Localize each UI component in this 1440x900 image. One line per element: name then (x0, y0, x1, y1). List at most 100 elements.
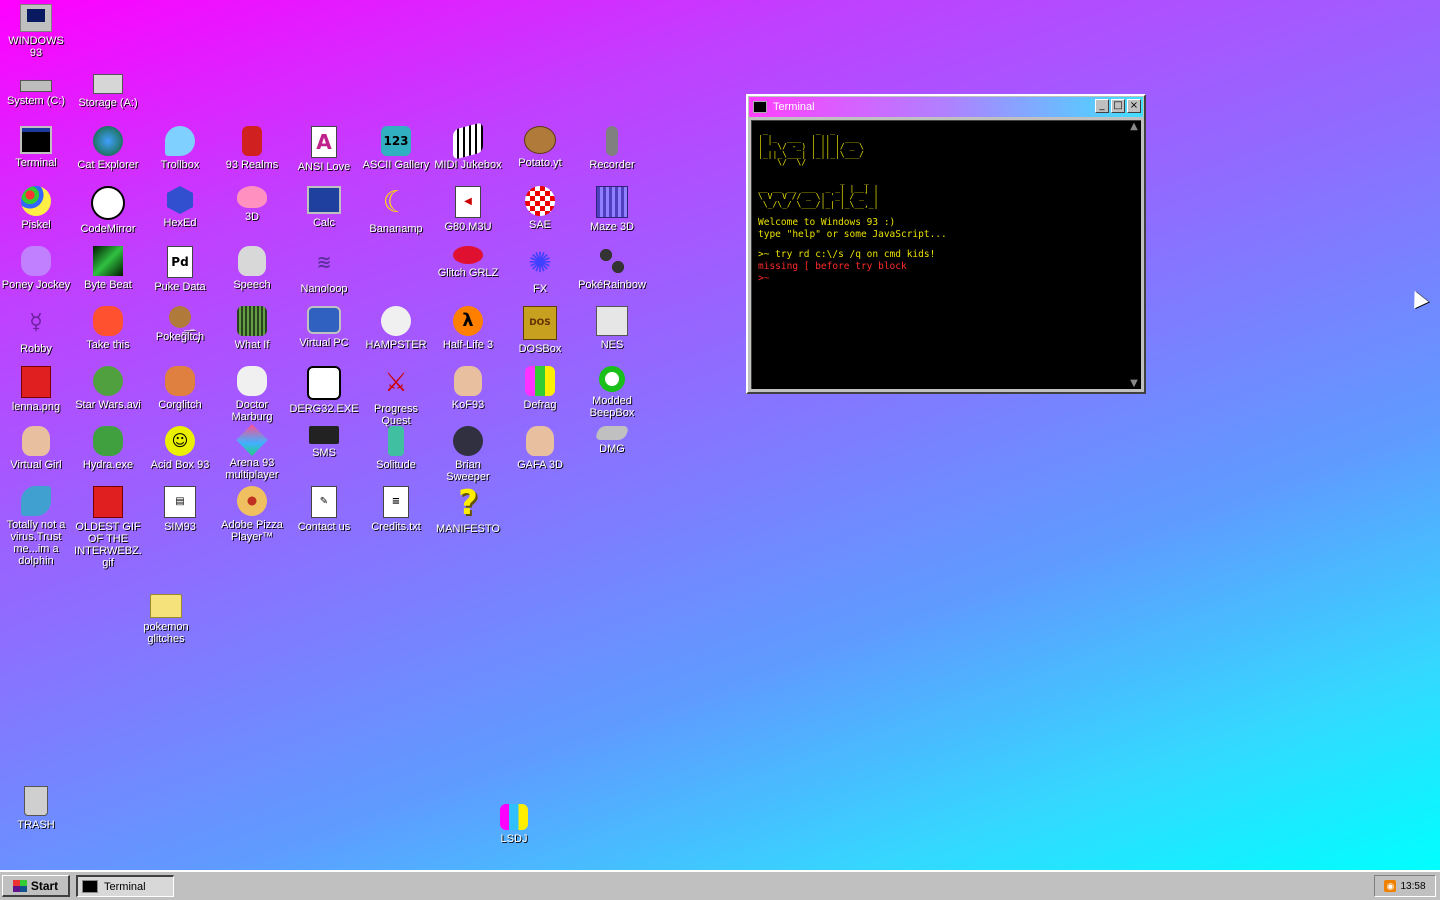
mine-icon (453, 426, 483, 456)
desktop-icon-hexed[interactable]: HexEd (144, 186, 216, 229)
desktop-icon-maze-3d[interactable]: Maze 3D (576, 186, 648, 233)
desktop-icon-arena-93[interactable]: Arena 93 multiplayer (216, 424, 288, 481)
desktop-icon-lsdj[interactable]: LSDJ (478, 804, 550, 845)
desktop-icon-doctor-marburg[interactable]: Doctor Marburg (216, 366, 288, 423)
close-button[interactable]: × (1127, 99, 1141, 113)
maximize-button[interactable]: □ (1111, 99, 1125, 113)
desktop-icon-potato[interactable]: Potato.yt (504, 126, 576, 169)
desktop-icon-nanoloop[interactable]: ≋ Nanoloop (288, 246, 360, 296)
desktop-icon-manifesto[interactable]: ? MANIFESTO (432, 486, 504, 535)
desktop-icon-what-if[interactable]: What If (216, 306, 288, 351)
desktop-icon-brian-sweeper[interactable]: Brian Sweeper (432, 426, 504, 483)
hamster-icon (381, 306, 411, 336)
start-label: Start (30, 878, 59, 893)
desktop-icon-g80[interactable]: ◀ G80.M3U (432, 186, 504, 233)
desktop-icon-midi-jukebox[interactable]: MIDI Jukebox (432, 121, 504, 171)
terminal-icon (20, 126, 52, 154)
scroll-up-icon[interactable]: ▲ (1127, 121, 1141, 132)
console-icon (309, 426, 339, 444)
robot-face-icon (307, 366, 341, 400)
ascii-world: _ _ __ __ __ ___ _ _| |__| | \ V V // _ … (758, 176, 879, 209)
taskbar-item-terminal[interactable]: Terminal (76, 875, 174, 897)
terminal-icon (753, 101, 767, 113)
desktop-icon-puke-data[interactable]: Pd Puke Data (144, 246, 216, 293)
rss-icon[interactable]: ◉ (1384, 880, 1397, 892)
desktop-icon-system-drive[interactable]: System (C:) (0, 64, 72, 107)
desktop-icon-trollbox[interactable]: Trollbox (144, 126, 216, 171)
desktop-icon-defrag[interactable]: Defrag (504, 366, 576, 411)
error-line: missing [ before try block (758, 261, 907, 272)
prompt-line[interactable]: >~ (758, 273, 1141, 285)
desktop-icon-ansi-love[interactable]: A ANSI Love (288, 126, 360, 173)
desktop-icon-trash[interactable]: TRASH (0, 786, 72, 831)
dosbox-icon: DOS (523, 306, 557, 340)
desktop-icon-credits[interactable]: ≡ Credits.txt (360, 486, 432, 533)
desktop-icon-hydra[interactable]: Hydra.exe (72, 426, 144, 471)
desktop-icon-dosbox[interactable]: DOS DOSBox (504, 306, 576, 355)
desktop-icon-star-wars[interactable]: Star Wars.avi (72, 366, 144, 411)
desktop-icon-hampster[interactable]: HAMPSTER (360, 306, 432, 351)
desktop-icon-cat-explorer[interactable]: Cat Explorer (72, 126, 144, 171)
desktop-icon-derg32[interactable]: DERG32.EXE (288, 366, 360, 415)
desktop-icon-virtual-pc[interactable]: Virtual PC (288, 306, 360, 349)
desktop-icon-sim93[interactable]: ▤ SIM93 (144, 486, 216, 533)
terminal-output[interactable]: ▲ ▼ _ _ _ | |_ ___ | || | ___ | ' \/ -_)… (751, 120, 1141, 389)
terminal-window[interactable]: Terminal _ □ × ▲ ▼ _ _ _ | |_ ___ | || |… (746, 94, 1146, 394)
desktop-icon-calc[interactable]: Calc (288, 186, 360, 229)
desktop-icon-pizza-player[interactable]: Adobe Pizza Player™ (216, 486, 288, 543)
desktop-icon-sae[interactable]: SAE (504, 186, 576, 231)
desktop-icon-progress-quest[interactable]: ⚔ Progress Quest (360, 366, 432, 427)
desktop-icon-pokeglitch[interactable]: Pokeg͂͂l͞t͡c̡h (144, 306, 216, 343)
desktop-icon-93-realms[interactable]: 93 Realms (216, 126, 288, 171)
terminal-titlebar[interactable]: Terminal _ □ × (749, 97, 1143, 117)
lips-icon (453, 246, 483, 264)
scroll-down-icon[interactable]: ▼ (1127, 378, 1141, 389)
desktop-icon-storage-drive[interactable]: Storage (A:) (72, 64, 144, 109)
desktop-icon-take-this[interactable]: Take this (72, 306, 144, 351)
desktop-icon-nes[interactable]: NES (576, 306, 648, 351)
desktop-icon-gafa-3d[interactable]: GAFA 3D (504, 426, 576, 471)
desktop-icon-solitude[interactable]: Solitude (360, 426, 432, 471)
desktop-icon-3d[interactable]: 3D (216, 186, 288, 223)
smiley-icon: ☺ (165, 426, 195, 456)
desktop-icon-bananamp[interactable]: ☾ Bananamp (360, 186, 432, 236)
desktop-icon-byte-beat[interactable]: Byte Beat (72, 246, 144, 291)
question-mark-icon: ? (458, 483, 478, 523)
desktop-icon-pokemon-glitches[interactable]: pokemon glitches (130, 586, 202, 645)
desktop-icon-dolphin[interactable]: Totally not a virus.Trust me...im a dolp… (0, 486, 72, 567)
barcode-icon (237, 306, 267, 336)
desktop-icon-recorder[interactable]: Recorder (576, 126, 648, 171)
start-button[interactable]: Start (2, 875, 70, 897)
clock[interactable]: 13:58 (1400, 881, 1425, 892)
lsdj-icon (500, 804, 528, 830)
taskbar: Start Terminal ◉ 13:58 (0, 870, 1440, 900)
desktop-icon-kof93[interactable]: KoF93 (432, 366, 504, 411)
text-file-icon: ≡ (383, 486, 409, 518)
desktop-icon-sms[interactable]: SMS (288, 426, 360, 459)
desktop-icon-pokerainbow[interactable]: PokéRainbow (576, 246, 648, 291)
desktop-icon-fx[interactable]: ✺ FX (504, 246, 576, 296)
desktop-icon-virtual-girl[interactable]: Virtual Girl (0, 426, 72, 471)
minimize-button[interactable]: _ (1095, 99, 1109, 113)
desktop-icon-dmg[interactable]: DMG (576, 426, 648, 455)
desktop-icon-terminal[interactable]: Terminal (0, 126, 72, 169)
desktop-icon-poney-jockey[interactable]: Poney Jockey (0, 246, 72, 291)
desktop-icon-corglitch[interactable]: Corglitch (144, 366, 216, 411)
desktop-icon-codemirror[interactable]: CodeMirror (72, 186, 144, 235)
desktop-icon-robby[interactable]: ☿ Robby (0, 306, 72, 356)
desktop-icon-beepbox[interactable]: Modded BeepBox (576, 366, 648, 419)
desktop-icon-speech[interactable]: Speech (216, 246, 288, 291)
desktop-icon-half-life-3[interactable]: λ Half-Life 3 (432, 306, 504, 351)
desktop-icon-oldest-gif[interactable]: OLDEST GIF OF THE INTERWEBZ.gif (72, 486, 144, 569)
desktop-icon-glitch-grlz[interactable]: Glitch GRLZ (432, 246, 504, 279)
command-line: >~ try rd c:\/s /q on cmd kids! (758, 249, 936, 260)
desktop-icon-piskel[interactable]: Piskel (0, 186, 72, 231)
terminal-scrollbar[interactable]: ▲ ▼ (1127, 121, 1141, 389)
desktop-icon-ascii-gallery[interactable]: 123 ASCII Gallery (360, 126, 432, 171)
numbers-123-icon: 123 (381, 126, 411, 156)
desktop-icon-acid-box[interactable]: ☺ Acid Box 93 (144, 426, 216, 471)
desktop-icon-lenna[interactable]: lenna.png (0, 366, 72, 413)
piano-keys-icon (453, 121, 483, 161)
desktop-icon-windows93[interactable]: WINDOWS 93 (0, 4, 72, 59)
desktop-icon-contact-us[interactable]: ✎ Contact us (288, 486, 360, 533)
